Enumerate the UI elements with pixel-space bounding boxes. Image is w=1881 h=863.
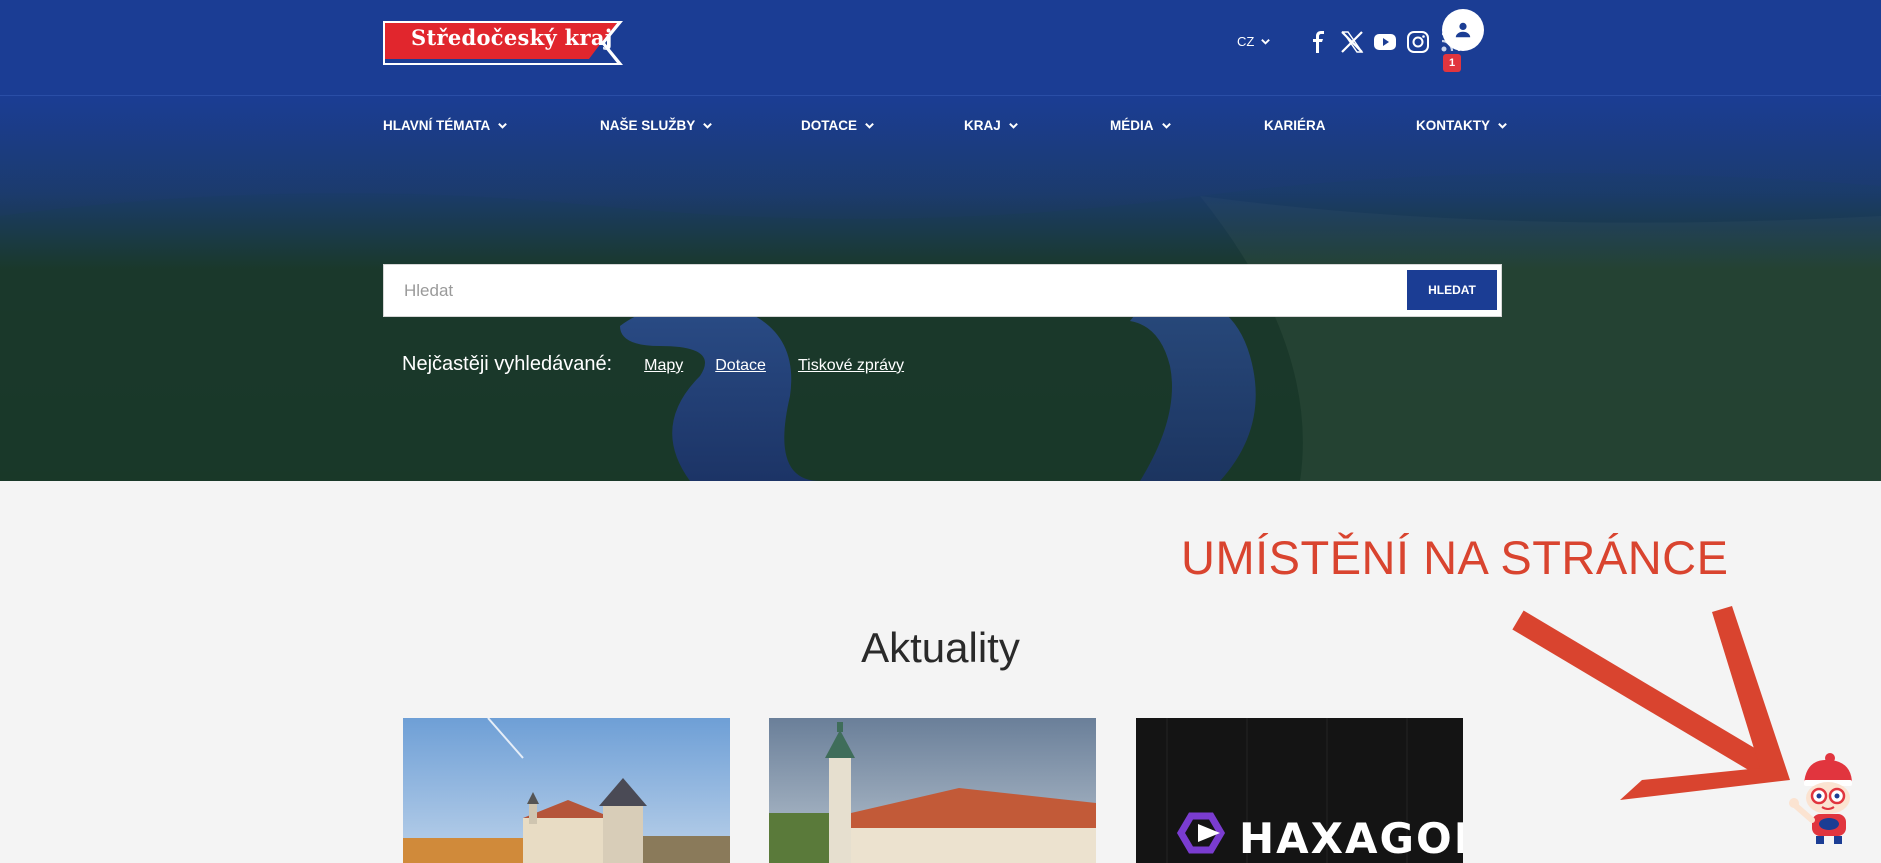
- popular-link-tiskove-zpravy[interactable]: Tiskové zprávy: [798, 357, 904, 375]
- search-button[interactable]: HLEDAT: [1407, 270, 1497, 310]
- nav-item-media[interactable]: MÉDIA: [1110, 118, 1172, 133]
- chevron-down-icon: [1161, 122, 1171, 129]
- instagram-icon[interactable]: [1405, 29, 1431, 55]
- user-icon: [1455, 22, 1471, 38]
- main-navigation: HLAVNÍ TÉMATA NAŠE SLUŽBY DOTACE KRAJ MÉ…: [0, 96, 1881, 158]
- logo-text: Středočeský kraj: [411, 25, 613, 50]
- language-selector[interactable]: CZ: [1237, 34, 1271, 49]
- nav-item-kraj[interactable]: KRAJ: [964, 118, 1019, 133]
- chevron-down-icon: [1008, 122, 1018, 129]
- user-account-button[interactable]: [1442, 9, 1484, 51]
- notification-badge: 1: [1443, 54, 1461, 72]
- facebook-icon[interactable]: [1306, 29, 1332, 55]
- x-twitter-icon[interactable]: [1339, 29, 1365, 55]
- nav-item-label: KRAJ: [964, 118, 1001, 133]
- chevron-down-icon: [865, 122, 874, 129]
- site-logo[interactable]: Středočeský kraj: [383, 21, 623, 65]
- popular-link-dotace[interactable]: Dotace: [715, 357, 766, 375]
- popular-link-mapy[interactable]: Mapy: [644, 357, 683, 375]
- popular-searches-label: Nejčastěji vyhledávané:: [402, 353, 613, 375]
- nav-item-label: KONTAKTY: [1416, 118, 1490, 133]
- nav-item-kontakty[interactable]: KONTAKTY: [1416, 118, 1508, 133]
- haxagon-logo-text: HAXAGON: [1239, 814, 1463, 863]
- kutna-hora-photo: [403, 718, 730, 863]
- news-card[interactable]: [769, 718, 1096, 863]
- nav-item-hlavni-temata[interactable]: HLAVNÍ TÉMATA: [383, 118, 508, 133]
- youtube-icon[interactable]: [1372, 29, 1398, 55]
- chevron-down-icon: [1261, 39, 1271, 45]
- nav-item-label: MÉDIA: [1110, 118, 1154, 133]
- nav-item-dotace[interactable]: DOTACE: [801, 118, 875, 133]
- news-card[interactable]: [403, 718, 730, 863]
- search-input[interactable]: [404, 265, 1404, 316]
- social-links: [1306, 29, 1464, 55]
- site-header: Středočeský kraj CZ 1: [0, 0, 1881, 96]
- placement-annotation-text: UMÍSTĚNÍ NA STRÁNCE: [1181, 531, 1729, 584]
- nav-item-nase-sluzby[interactable]: NAŠE SLUŽBY: [600, 118, 713, 133]
- nav-item-label: NAŠE SLUŽBY: [600, 118, 696, 133]
- chevron-down-icon: [1498, 122, 1507, 129]
- nav-item-label: HLAVNÍ TÉMATA: [383, 118, 491, 133]
- nav-item-label: DOTACE: [801, 118, 857, 133]
- chatbot-mascot-icon[interactable]: [1782, 750, 1862, 846]
- news-section-title: Aktuality: [861, 624, 1020, 671]
- popular-searches: Nejčastěji vyhledávané: Mapy Dotace Tisk…: [402, 353, 936, 376]
- chevron-down-icon: [703, 122, 713, 129]
- chateau-tower-photo: [769, 718, 1096, 863]
- nav-item-kariera[interactable]: KARIÉRA: [1264, 118, 1326, 133]
- nav-item-label: KARIÉRA: [1264, 118, 1326, 133]
- language-label: CZ: [1237, 34, 1255, 49]
- chevron-down-icon: [498, 122, 508, 129]
- search-bar: HLEDAT: [383, 264, 1502, 317]
- news-card[interactable]: HAXAGON: [1136, 718, 1463, 863]
